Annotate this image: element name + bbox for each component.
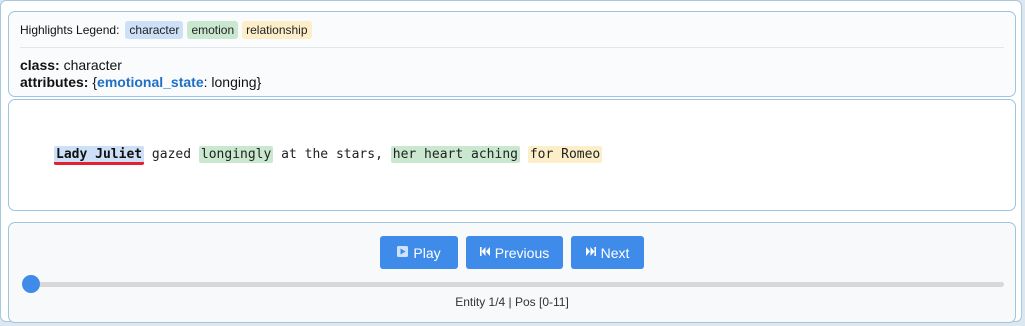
class-line: class: character: [20, 57, 122, 73]
entity-character-highlight[interactable]: Lady Juliet: [54, 146, 145, 165]
annotated-text-panel: Lady Juliet gazed longingly at the stars…: [8, 99, 1016, 211]
entity-relationship-highlight[interactable]: for Romeo: [527, 146, 603, 163]
entity-details-panel: Highlights Legend: character emotion rel…: [8, 11, 1016, 97]
highlights-legend: Highlights Legend: character emotion rel…: [20, 21, 314, 39]
skip-back-icon: [479, 246, 490, 259]
play-icon: [397, 245, 409, 260]
next-button[interactable]: Next: [571, 236, 644, 269]
plain-text: gazed: [144, 147, 199, 162]
previous-label: Previous: [494, 244, 550, 261]
legend-chip-character: character: [125, 21, 184, 39]
previous-button[interactable]: Previous: [466, 236, 563, 269]
app-frame: Highlights Legend: character emotion rel…: [0, 0, 1022, 323]
legend-title: Highlights Legend:: [20, 23, 120, 37]
attribute-key: emotional_state: [97, 74, 204, 90]
attributes-line: attributes: {emotional_state: longing}: [20, 74, 261, 90]
entity-emotion-highlight[interactable]: her heart aching: [390, 146, 520, 163]
plain-text: at the stars,: [273, 147, 391, 162]
plain-text: [520, 147, 528, 162]
entity-emotion-highlight[interactable]: longingly: [198, 146, 274, 163]
playback-controls-panel: Play Previous Next Entity 1/4 | Pos [0-1…: [8, 222, 1016, 323]
legend-chip-relationship: relationship: [242, 21, 312, 39]
button-row: Play Previous Next: [9, 236, 1015, 269]
attr-close-brace: }: [256, 74, 262, 90]
position-slider-track[interactable]: [29, 282, 1004, 287]
position-slider-thumb[interactable]: [22, 275, 40, 293]
attributes-label: attributes:: [20, 74, 89, 90]
skip-forward-icon: [585, 246, 596, 259]
divider: [20, 47, 1004, 48]
annotated-sentence: Lady Juliet gazed longingly at the stars…: [54, 146, 603, 165]
legend-chip-emotion: emotion: [187, 21, 239, 39]
play-label: Play: [413, 244, 441, 261]
attribute-value: longing: [211, 74, 257, 90]
status-text: Entity 1/4 | Pos [0-11]: [455, 295, 569, 309]
class-label: class:: [20, 57, 60, 73]
class-value: character: [63, 57, 122, 73]
play-button[interactable]: Play: [380, 236, 458, 269]
next-label: Next: [600, 244, 630, 261]
